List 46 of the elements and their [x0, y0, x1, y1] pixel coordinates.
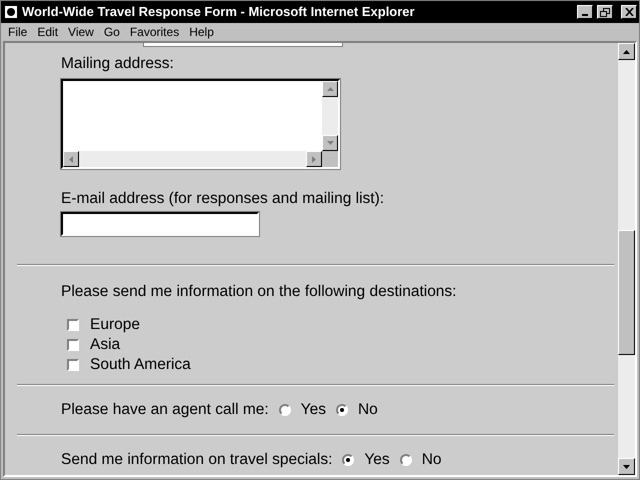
scroll-left-icon[interactable] — [63, 151, 79, 168]
checkbox[interactable] — [67, 318, 79, 331]
window-title: World-Wide Travel Response Form - Microsoft Internet Explorer — [22, 3, 415, 22]
question-text: Send me information on travel specials: — [61, 450, 332, 470]
field-label: Mailing address: — [61, 54, 174, 74]
radio-button[interactable] — [278, 404, 291, 416]
text-area[interactable] — [61, 79, 340, 170]
field-label: E-mail address (for responses and mailing list): — [61, 189, 384, 210]
menu-item[interactable]: Favorites — [124, 23, 184, 41]
menu-item[interactable]: View — [63, 23, 99, 41]
scrollbar-corner — [322, 151, 338, 168]
option-label: Europe — [90, 315, 140, 336]
option-label: No — [358, 400, 378, 420]
menu-item[interactable]: Edit — [32, 23, 64, 41]
question-text: Please have an agent call me: — [61, 400, 269, 420]
option-label: Asia — [90, 335, 120, 356]
scroll-up-icon[interactable] — [322, 81, 338, 98]
scroll-thumb[interactable] — [618, 230, 635, 355]
scroll-down-icon[interactable] — [618, 458, 635, 475]
scrollbar[interactable] — [618, 43, 635, 475]
option-label: Yes — [364, 450, 390, 470]
menu-item[interactable]: Help — [184, 23, 219, 41]
radio-button[interactable] — [400, 454, 412, 466]
scroll-up-icon[interactable] — [618, 43, 635, 60]
app-icon — [4, 5, 18, 19]
vertical-scrollbar[interactable] — [322, 81, 338, 152]
checkbox[interactable] — [67, 358, 79, 371]
radio-button[interactable] — [342, 454, 354, 466]
horizontal-scrollbar[interactable] — [63, 151, 322, 168]
checkbox[interactable] — [67, 338, 79, 351]
option-label: Yes — [300, 400, 326, 420]
restore-button[interactable] — [597, 5, 613, 19]
option-label: South America — [90, 355, 191, 376]
radio-button[interactable] — [336, 404, 348, 416]
minimize-button[interactable] — [577, 5, 593, 19]
menu-item[interactable]: File — [3, 23, 32, 41]
input-field[interactable] — [143, 43, 343, 47]
close-button[interactable] — [621, 5, 637, 19]
option-label: No — [422, 450, 442, 470]
menu-item[interactable]: Go — [98, 23, 125, 41]
close-icon — [624, 8, 634, 16]
input-field[interactable] — [61, 212, 259, 236]
scroll-right-icon[interactable] — [306, 151, 322, 168]
question-text: Please send me information on the following destinations: — [61, 282, 456, 302]
scroll-down-icon[interactable] — [322, 135, 338, 152]
restore-icon — [600, 8, 610, 16]
